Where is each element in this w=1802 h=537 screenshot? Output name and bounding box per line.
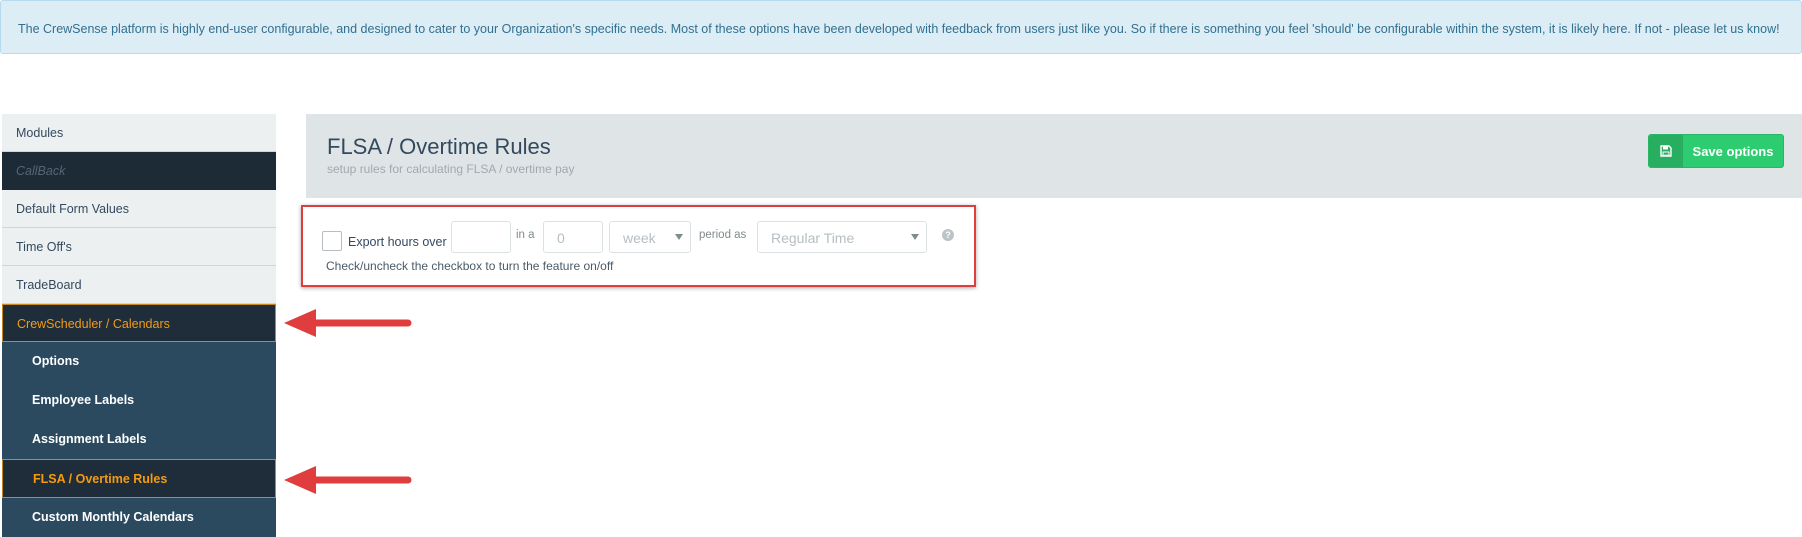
chevron-down-icon [911, 234, 919, 240]
hours-threshold-input[interactable] [451, 221, 511, 253]
sidebar-subitem-options[interactable]: Options [2, 342, 276, 381]
sidebar-subitem-custom-monthly-calendars[interactable]: Custom Monthly Calendars [2, 498, 276, 537]
sidebar-item-default-form-values[interactable]: Default Form Values [2, 190, 276, 228]
settings-sidebar: Modules CallBack Default Form Values Tim… [2, 114, 276, 537]
period-count-input[interactable]: 0 [543, 221, 603, 253]
overtime-rule-row: Export hours over in a 0 week period as … [301, 205, 976, 287]
chevron-down-icon [675, 234, 683, 240]
enable-rule-checkbox[interactable] [322, 231, 342, 251]
in-a-label: in a [516, 229, 535, 241]
annotation-arrow-icon [284, 309, 412, 337]
info-banner-text: The CrewSense platform is highly end-use… [18, 22, 1780, 36]
save-options-label: Save options [1692, 143, 1774, 159]
sidebar-subitem-flsa-overtime-rules[interactable]: FLSA / Overtime Rules [2, 459, 276, 498]
period-unit-select[interactable]: week [609, 221, 691, 253]
page-subtitle: setup rules for calculating FLSA / overt… [327, 162, 575, 176]
sidebar-item-tradeboard[interactable]: TradeBoard [2, 266, 276, 304]
save-options-button[interactable]: Save options [1648, 134, 1784, 168]
floppy-disk-icon [1649, 135, 1683, 167]
info-banner: The CrewSense platform is highly end-use… [0, 0, 1802, 54]
panel-header: FLSA / Overtime Rules setup rules for ca… [306, 114, 1802, 198]
page-title: FLSA / Overtime Rules [327, 134, 551, 159]
rule-hint-text: Check/uncheck the checkbox to turn the f… [326, 259, 614, 273]
sidebar-item-modules[interactable]: Modules [2, 114, 276, 152]
period-as-label: period as [699, 229, 747, 241]
export-hours-label: Export hours over [348, 235, 447, 249]
sidebar-item-crewscheduler-calendars[interactable]: CrewScheduler / Calendars [2, 304, 276, 342]
sidebar-item-time-offs[interactable]: Time Off's [2, 228, 276, 266]
period-unit-value: week [623, 230, 656, 246]
sidebar-subitem-assignment-labels[interactable]: Assignment Labels [2, 420, 276, 459]
sidebar-item-callback: CallBack [2, 152, 276, 190]
time-type-value: Regular Time [771, 230, 855, 246]
sidebar-subitem-employee-labels[interactable]: Employee Labels [2, 381, 276, 420]
annotation-arrow-icon [284, 466, 412, 494]
question-circle-icon[interactable]: ? [942, 229, 954, 241]
time-type-select[interactable]: Regular Time [757, 221, 927, 253]
